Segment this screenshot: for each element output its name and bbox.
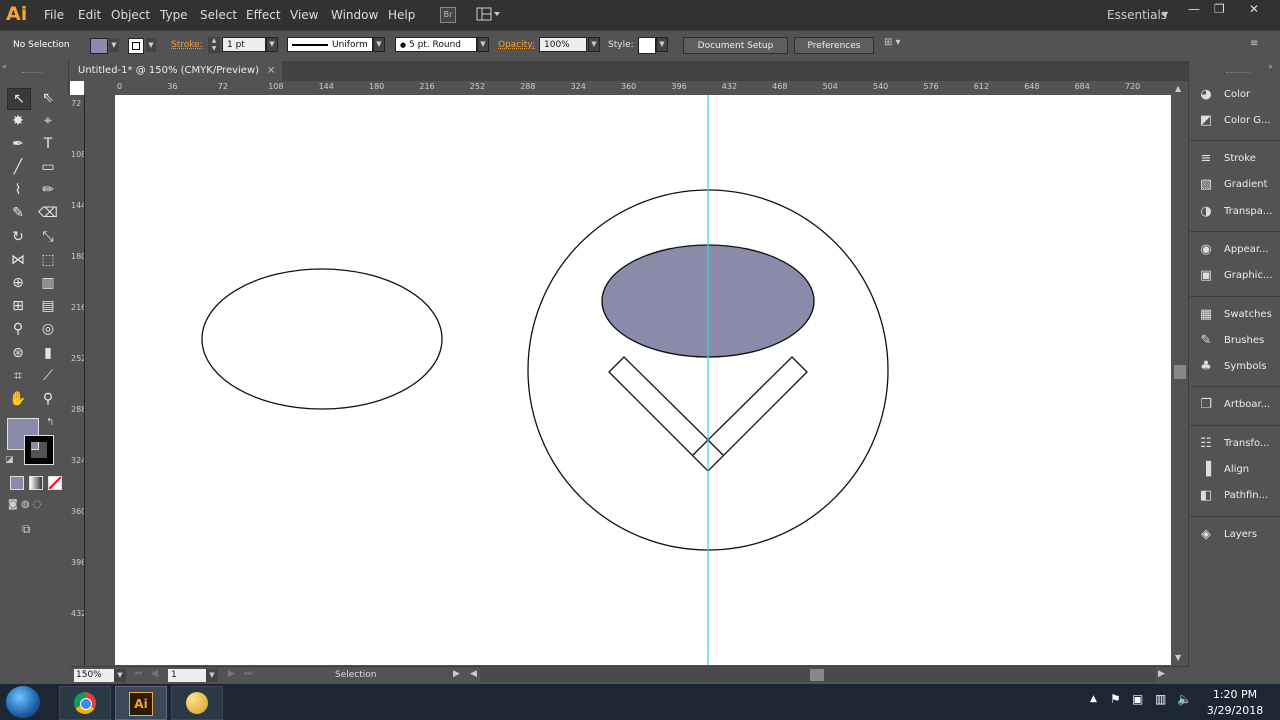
status-tool-readout: Selection (335, 670, 377, 680)
panel-artboards[interactable]: ❐ Artboar... (1196, 395, 1280, 415)
zoom-dropdown-icon[interactable]: ▼ (114, 669, 126, 682)
taskbar-paint[interactable] (171, 686, 223, 720)
artboard-dropdown-icon[interactable]: ▼ (206, 669, 218, 682)
expand-panels-icon[interactable]: » (1268, 62, 1273, 71)
chrome-icon (74, 692, 96, 714)
artwork-layer (201, 95, 889, 665)
paint-icon (186, 692, 208, 714)
panel-label: Graphic... (1224, 270, 1273, 281)
stroke-icon: ≡ (1200, 151, 1212, 166)
status-menu-icon[interactable]: ▶ (453, 669, 460, 679)
transparency-icon: ◑ (1200, 204, 1212, 219)
artboards-icon: ❐ (1200, 397, 1212, 412)
panel-stroke[interactable]: ≡ Stroke (1196, 149, 1280, 169)
appearance-icon: ◉ (1200, 242, 1212, 257)
panel-label: Swatches (1224, 309, 1272, 320)
zoom-field[interactable]: 150% (74, 669, 114, 682)
last-artboard-icon[interactable]: ⏭ (244, 669, 252, 679)
panel-graphic-styles[interactable]: ▣ Graphic... (1196, 266, 1280, 286)
dock-separator (1190, 296, 1280, 297)
panel-transform[interactable]: ☷ Transfo... (1196, 434, 1280, 454)
panel-label: Pathfin... (1224, 490, 1269, 501)
graphic-styles-icon: ▣ (1199, 268, 1213, 283)
scroll-right-icon[interactable]: ▶ (1158, 669, 1165, 679)
prev-artboard-icon[interactable]: ◀ (151, 669, 158, 679)
panel-layers[interactable]: ◈ Layers (1196, 525, 1280, 545)
pathfinder-icon: ◧ (1199, 488, 1213, 503)
gradient-icon: ▧ (1199, 177, 1213, 192)
panel-symbols[interactable]: ♣ Symbols (1196, 357, 1280, 377)
scroll-down-icon[interactable]: ▼ (1175, 653, 1181, 662)
symbols-icon: ♣ (1200, 359, 1212, 374)
dock-separator (1190, 516, 1280, 517)
brushes-icon: ✎ (1200, 333, 1212, 348)
panel-label: Transpa... (1224, 206, 1273, 217)
clock-date: 3/29/2018 (1206, 704, 1264, 717)
panel-color-guide[interactable]: ◩ Color G... (1196, 111, 1280, 131)
taskbar-clock[interactable]: 1:20 PM 3/29/2018 (1195, 688, 1275, 717)
panel-swatches[interactable]: ▦ Swatches (1196, 305, 1280, 325)
start-button[interactable] (6, 686, 40, 718)
panel-transparency[interactable]: ◑ Transpa... (1196, 202, 1280, 222)
dock-separator (1190, 140, 1280, 141)
transform-icon: ☷ (1200, 436, 1212, 451)
volume-icon[interactable]: 🔈 (1177, 692, 1192, 706)
panel-gradient[interactable]: ▧ Gradient (1196, 175, 1280, 195)
panel-label: Symbols (1224, 361, 1267, 372)
vertical-scroll-thumb[interactable] (1174, 365, 1186, 379)
illustrator-icon: Ai (129, 692, 153, 716)
panel-label: Stroke (1224, 153, 1256, 164)
action-center-flag-icon[interactable]: ⚑ (1110, 692, 1121, 706)
scroll-left-icon[interactable]: ◀ (470, 669, 477, 679)
show-hidden-icons-icon[interactable]: ▲ (1090, 694, 1097, 704)
panel-label: Transfo... (1224, 438, 1270, 449)
panel-label: Layers (1224, 529, 1258, 540)
panel-pathfinder[interactable]: ◧ Pathfin... (1196, 486, 1280, 506)
panel-label: Brushes (1224, 335, 1265, 346)
panel-label: Align (1224, 464, 1250, 475)
panel-color[interactable]: ◕ Color (1196, 85, 1280, 105)
layers-icon: ◈ (1201, 527, 1211, 542)
panel-label: Appear... (1224, 244, 1269, 255)
panel-label: Artboar... (1224, 399, 1271, 410)
panel-brushes[interactable]: ✎ Brushes (1196, 331, 1280, 351)
dock-grip[interactable] (1226, 72, 1250, 76)
dock-separator (1190, 386, 1280, 387)
taskbar-chrome[interactable] (59, 686, 111, 720)
next-artboard-icon[interactable]: ▶ (228, 669, 235, 679)
swatches-icon: ▦ (1199, 307, 1213, 322)
align-icon: ▐ (1201, 462, 1211, 477)
dock-separator (1190, 231, 1280, 232)
color-guide-icon: ◩ (1199, 113, 1213, 128)
taskbar-illustrator[interactable]: Ai (115, 686, 167, 720)
first-artboard-icon[interactable]: ⏮ (134, 669, 142, 679)
network-icon[interactable]: ▥ (1155, 692, 1166, 706)
panel-appearance[interactable]: ◉ Appear... (1196, 240, 1280, 260)
left-ellipse[interactable] (201, 268, 443, 410)
panel-align[interactable]: ▐ Align (1196, 460, 1280, 480)
power-icon[interactable]: ▣ (1132, 692, 1143, 706)
horizontal-scroll-thumb[interactable] (810, 669, 824, 681)
panel-label: Color (1224, 89, 1251, 100)
panel-label: Gradient (1224, 179, 1268, 190)
color-icon: ◕ (1200, 87, 1212, 102)
dock-separator (1190, 425, 1280, 426)
artboard-number-field[interactable]: 1 (168, 669, 206, 682)
scroll-up-icon[interactable]: ▲ (1175, 84, 1181, 93)
panel-label: Color G... (1224, 115, 1271, 126)
clock-time: 1:20 PM (1212, 688, 1258, 701)
